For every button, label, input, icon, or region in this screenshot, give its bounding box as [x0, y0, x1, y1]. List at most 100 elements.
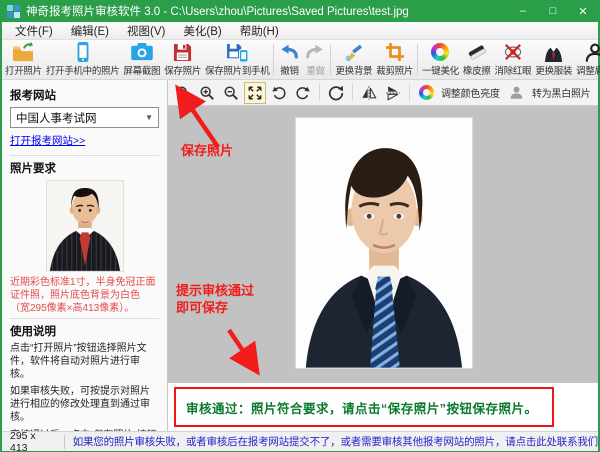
minimize-button[interactable]: –	[508, 0, 538, 22]
contact-us-message[interactable]: 如果您的照片审核失败，或者审核后在报考网站提交不了，或者需要审核其他报考网站的照…	[65, 434, 598, 449]
undo-button[interactable]: 撤销	[276, 41, 302, 78]
toolbar-separator	[273, 44, 274, 76]
menu-bar: 文件(F) 编辑(E) 视图(V) 美化(B) 帮助(H)	[2, 22, 598, 40]
title-bar: 神奇报考照片审核软件 3.0 - C:\Users\zhou\Pictures\…	[2, 0, 598, 22]
convert-grayscale-button[interactable]	[506, 82, 528, 104]
suit-icon	[543, 42, 565, 62]
button-label: 打开手机中的照片	[46, 63, 120, 77]
toolbar-separator	[330, 44, 331, 76]
eraser-button[interactable]: 橡皮擦	[461, 41, 493, 78]
close-button[interactable]: ✕	[568, 0, 598, 22]
rotate-left-icon	[271, 85, 287, 101]
exam-site-selected-value: 中国人事考试网	[16, 110, 97, 126]
window-title: 神奇报考照片审核软件 3.0 - C:\Users\zhou\Pictures\…	[26, 3, 409, 19]
convert-grayscale-label[interactable]: 转为黑白照片	[532, 85, 591, 100]
usage-instructions-header: 使用说明	[10, 323, 159, 339]
color-wheel-icon	[429, 42, 451, 62]
rotate-360-icon	[328, 85, 344, 101]
divider	[10, 318, 159, 319]
view-toolbar: 调整颜色亮度 转为黑白照片	[168, 80, 598, 106]
zoom-out-icon	[223, 85, 239, 101]
rotate-right-button[interactable]	[292, 82, 314, 104]
red-eye-icon	[502, 42, 524, 62]
screenshot-button[interactable]: 屏幕截图	[121, 41, 162, 78]
photo-requirements-text: 近期彩色标准1寸，半身免冠正面证件照，照片底色背景为白色（宽295像素×高413…	[10, 276, 159, 315]
usage-paragraph: 点击“打开照片”按钮选择照片文件，软件将自动对照片进行审核。	[10, 343, 159, 381]
maximize-button[interactable]: □	[538, 0, 568, 22]
app-icon	[7, 5, 20, 18]
crop-icon	[384, 42, 406, 62]
crop-photo-button[interactable]: 裁剪照片	[374, 41, 415, 78]
status-bar: 295 x 413 如果您的照片审核失败，或者审核后在报考网站提交不了，或者需要…	[2, 431, 598, 451]
rotate-left-button[interactable]	[268, 82, 290, 104]
button-label: 撤销	[280, 63, 298, 77]
photo-requirements-header: 照片要求	[10, 160, 159, 176]
toolbar-separator	[319, 84, 320, 101]
menu-edit[interactable]: 编辑(E)	[62, 23, 118, 39]
menu-help[interactable]: 帮助(H)	[231, 23, 288, 39]
camera-icon	[131, 42, 153, 62]
zoom-out-button[interactable]	[220, 82, 242, 104]
main-toolbar: 打开照片 打开手机中的照片 屏幕截图	[2, 40, 598, 80]
person-outline-icon	[584, 42, 600, 62]
button-label: 屏幕截图	[123, 63, 160, 77]
open-folder-icon	[12, 42, 34, 62]
phone-icon	[72, 42, 94, 62]
flip-vertical-button[interactable]	[382, 82, 404, 104]
flip-horizontal-button[interactable]	[358, 82, 380, 104]
chevron-down-icon: ▼	[145, 113, 153, 122]
flip-vertical-icon	[385, 85, 401, 101]
exam-site-select[interactable]: 中国人事考试网 ▼	[10, 107, 159, 128]
sample-photo-image	[46, 180, 124, 272]
adjust-shoulder-button[interactable]: 调整肩高	[574, 41, 600, 78]
applicant-photo	[295, 117, 473, 369]
eraser-icon	[466, 42, 488, 62]
fit-screen-button[interactable]	[244, 82, 266, 104]
menu-view[interactable]: 视图(V)	[118, 23, 174, 39]
remove-red-eye-button[interactable]: 消除红眼	[493, 41, 534, 78]
photo-dimensions: 295 x 413	[2, 430, 64, 452]
button-label: 更换服装	[535, 63, 572, 77]
annotation-hint-line2: 即可保存	[176, 300, 254, 317]
fit-screen-icon	[247, 85, 263, 101]
zoom-tool-button[interactable]	[172, 82, 194, 104]
magnifier-icon	[175, 85, 191, 101]
save-to-phone-icon	[226, 42, 248, 62]
change-clothes-button[interactable]: 更换服装	[533, 41, 574, 78]
save-photo-button[interactable]: 保存照片	[162, 41, 203, 78]
menu-beautify[interactable]: 美化(B)	[174, 23, 230, 39]
annotation-hint-line1: 提示审核通过	[176, 283, 254, 300]
divider	[10, 155, 159, 156]
zoom-in-icon	[199, 85, 215, 101]
button-label: 一键美化	[422, 63, 459, 77]
zoom-in-button[interactable]	[196, 82, 218, 104]
one-click-beautify-button[interactable]: 一键美化	[420, 41, 461, 78]
redo-icon	[304, 42, 326, 62]
save-to-phone-button[interactable]: 保存照片到手机	[203, 41, 271, 78]
rgb-wheel-icon	[419, 85, 434, 100]
sidebar: 报考网站 中国人事考试网 ▼ 打开报考网站>> 照片要求	[2, 80, 168, 431]
button-label: 更换背景	[335, 63, 372, 77]
button-label: 裁剪照片	[376, 63, 413, 77]
adjust-color-brightness-button[interactable]	[415, 82, 437, 104]
exam-site-header: 报考网站	[10, 87, 159, 103]
redo-button[interactable]: 重做	[302, 41, 328, 78]
undo-icon	[278, 42, 300, 62]
rotate-right-icon	[295, 85, 311, 101]
open-phone-photo-button[interactable]: 打开手机中的照片	[44, 41, 122, 78]
adjust-color-brightness-label[interactable]: 调整颜色亮度	[441, 85, 500, 100]
annotation-hint-note: 提示审核通过 即可保存	[176, 283, 254, 317]
annotation-save-note: 保存照片	[181, 143, 233, 160]
review-result-box: 审核通过：照片符合要求，请点击“保存照片”按钮保存照片。	[174, 387, 554, 427]
change-background-button[interactable]: 更换背景	[333, 41, 374, 78]
usage-instructions: 点击“打开照片”按钮选择照片文件，软件将自动对照片进行审核。 如果审核失败，可按…	[10, 343, 159, 431]
gray-person-icon	[509, 85, 524, 100]
button-label: 橡皮擦	[463, 63, 491, 77]
flip-horizontal-icon	[361, 85, 377, 101]
toolbar-separator	[417, 44, 418, 76]
menu-file[interactable]: 文件(F)	[6, 23, 62, 39]
open-exam-site-link[interactable]: 打开报考网站>>	[10, 133, 85, 148]
open-photo-button[interactable]: 打开照片	[3, 41, 44, 78]
rotate-360-button[interactable]	[325, 82, 347, 104]
save-floppy-icon	[172, 42, 194, 62]
